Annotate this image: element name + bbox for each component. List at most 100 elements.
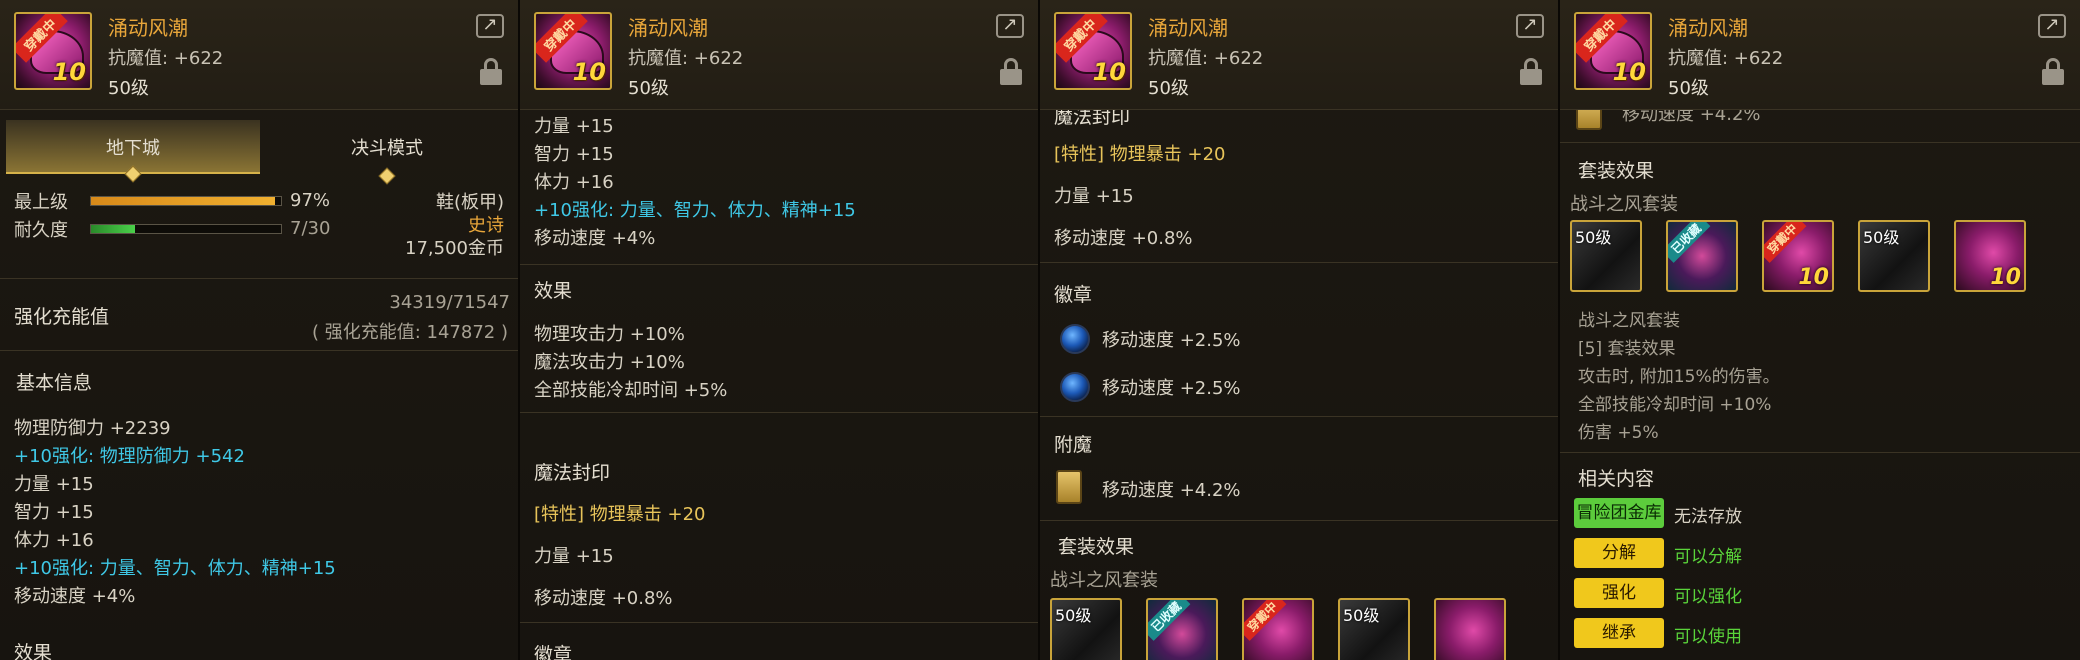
tab-duel-label: 决斗模式 bbox=[351, 138, 423, 159]
set-effect-title: 套装效果 bbox=[1578, 160, 1655, 182]
basic-info-title: 基本信息 bbox=[16, 372, 93, 394]
tooltip-body[interactable]: 魔法封印 [特性] 物理暴击 +20 力量 +15 移动速度 +0.8% 徽章 … bbox=[1040, 110, 1558, 660]
effect-line: 物理攻击力 +10% bbox=[534, 324, 685, 345]
slot-status-tag: 穿戴中 bbox=[1244, 600, 1287, 641]
set-item-slot[interactable]: 50级 bbox=[1338, 598, 1410, 660]
tab-diamond-icon bbox=[378, 167, 396, 185]
effect-title: 效果 bbox=[14, 642, 53, 660]
set-item-slot[interactable]: 50级 bbox=[1050, 598, 1122, 660]
durability-label: 耐久度 bbox=[14, 220, 68, 241]
item-level: 50级 bbox=[1668, 78, 1709, 99]
divider bbox=[1560, 452, 2080, 453]
share-icon[interactable]: ↗ bbox=[476, 14, 504, 38]
seal-trait: [特性] 物理暴击 +20 bbox=[534, 504, 706, 525]
set-effect-line: 战斗之风套装 bbox=[1578, 311, 1680, 331]
set-effect-line: [5] 套装效果 bbox=[1578, 339, 1676, 359]
enchant-card-icon bbox=[1056, 470, 1082, 504]
enhance-level: 10 bbox=[52, 58, 86, 86]
screen: 穿戴中 10 涌动风潮 抗魔值: +622 50级 ↗ 地下城 决斗模式 最上级 bbox=[0, 0, 2080, 660]
set-item-slot[interactable]: 已收藏 bbox=[1666, 220, 1738, 292]
item-name: 涌动风潮 bbox=[1668, 16, 1748, 40]
divider bbox=[0, 350, 518, 351]
set-item-slot[interactable]: 50级 bbox=[1858, 220, 1930, 292]
item-header: 穿戴中 10 涌动风潮 抗魔值: +622 50级 ↗ bbox=[0, 0, 518, 110]
tab-diamond-icon bbox=[124, 165, 142, 183]
effect-line: 魔法攻击力 +10% bbox=[534, 352, 685, 373]
seal-title: 魔法封印 bbox=[534, 462, 611, 484]
item-header: 穿戴中 10 涌动风潮 抗魔值: +622 50级 ↗ bbox=[1560, 0, 2080, 110]
item-level: 50级 bbox=[1148, 78, 1189, 99]
tab-duel[interactable]: 决斗模式 bbox=[260, 120, 514, 185]
lock-icon[interactable] bbox=[2042, 58, 2064, 86]
lock-icon[interactable] bbox=[480, 58, 502, 86]
divider bbox=[1040, 416, 1558, 417]
effect-line: 全部技能冷却时间 +5% bbox=[534, 380, 728, 401]
set-item-slot[interactable]: 已收藏 bbox=[1146, 598, 1218, 660]
emblem-stat: 移动速度 +2.5% bbox=[1102, 330, 1241, 351]
share-icon[interactable]: ↗ bbox=[996, 14, 1024, 38]
slot-enhance-level: 10 bbox=[1798, 265, 1829, 290]
enhance-level: 10 bbox=[572, 58, 606, 86]
mode-tabs: 地下城 决斗模式 bbox=[6, 120, 514, 185]
related-button[interactable]: 冒险团金库 bbox=[1574, 498, 1664, 528]
divider bbox=[1040, 262, 1558, 263]
slot-status-tag: 已收藏 bbox=[1148, 600, 1191, 641]
slot-level-label: 50级 bbox=[1575, 228, 1612, 247]
enchant-stat: 移动速度 +4.2% bbox=[1622, 110, 1761, 125]
enhance-level: 10 bbox=[1612, 58, 1646, 86]
tooltip-body[interactable]: 移动速度 +4.2% 套装效果 战斗之风套装 50级 已收藏 穿戴中 10 50级 10 … bbox=[1560, 110, 2080, 660]
set-item-slot[interactable]: 穿戴中 bbox=[1242, 598, 1314, 660]
seal-stat: 力量 +15 bbox=[534, 546, 614, 567]
slot-enhance-level: 10 bbox=[1990, 265, 2021, 290]
price: 17,500金币 bbox=[405, 238, 504, 259]
stat-line: 智力 +15 bbox=[14, 502, 94, 523]
stat-line: 智力 +15 bbox=[534, 144, 614, 165]
divider bbox=[520, 622, 1038, 623]
related-desc: 可以强化 bbox=[1674, 587, 1742, 607]
share-icon[interactable]: ↗ bbox=[2038, 14, 2066, 38]
related-desc: 可以使用 bbox=[1674, 627, 1742, 647]
share-icon[interactable]: ↗ bbox=[1516, 14, 1544, 38]
tooltip-body[interactable]: 力量 +15 智力 +15 体力 +16 +10强化: 力量、智力、体力、精神+15 移… bbox=[520, 110, 1038, 660]
durability-bar-fill bbox=[91, 225, 136, 233]
stat-line: 移动速度 +4% bbox=[14, 586, 136, 607]
enchant-card-icon bbox=[1576, 110, 1602, 130]
related-title: 相关内容 bbox=[1578, 468, 1655, 490]
stat-line: 力量 +15 bbox=[534, 116, 614, 137]
enchant-title: 附魔 bbox=[1054, 434, 1093, 456]
tooltip-panel-3: 穿戴中 10 涌动风潮 抗魔值: +622 50级 ↗ 魔法封印 [特性] 物理… bbox=[1040, 0, 1560, 660]
set-item-slot[interactable]: 穿戴中 10 bbox=[1762, 220, 1834, 292]
related-button[interactable]: 继承 bbox=[1574, 618, 1664, 648]
related-button[interactable]: 分解 bbox=[1574, 538, 1664, 568]
lock-icon[interactable] bbox=[1000, 58, 1022, 86]
seal-speed: 移动速度 +0.8% bbox=[1054, 228, 1193, 249]
item-level: 50级 bbox=[628, 78, 669, 99]
effect-title: 效果 bbox=[534, 280, 573, 302]
divider bbox=[520, 264, 1038, 265]
set-item-slot[interactable]: 10 bbox=[1954, 220, 2026, 292]
seal-speed: 移动速度 +0.8% bbox=[534, 588, 673, 609]
item-level: 50级 bbox=[108, 78, 149, 99]
divider bbox=[1040, 520, 1558, 521]
emblem-gem-icon bbox=[1060, 372, 1090, 402]
durability-bar bbox=[90, 224, 282, 234]
slot-status-tag: 已收藏 bbox=[1668, 222, 1711, 263]
item-stat: 抗魔值: +622 bbox=[108, 48, 224, 69]
set-item-slot[interactable]: 50级 bbox=[1570, 220, 1642, 292]
tab-dungeon[interactable]: 地下城 bbox=[6, 120, 260, 183]
durability-value: 7/30 bbox=[290, 218, 331, 239]
emblem-stat: 移动速度 +2.5% bbox=[1102, 378, 1241, 399]
tooltip-panel-4: 穿戴中 10 涌动风潮 抗魔值: +622 50级 ↗ 移动速度 +4.2% 套… bbox=[1560, 0, 2080, 660]
lock-icon[interactable] bbox=[1520, 58, 1542, 86]
item-header: 穿戴中 10 涌动风潮 抗魔值: +622 50级 ↗ bbox=[1040, 0, 1558, 110]
slot-level-label: 50级 bbox=[1055, 606, 1092, 625]
grade-label: 最上级 bbox=[14, 192, 68, 213]
charge-value: 34319/71547 bbox=[389, 292, 510, 313]
item-icon: 穿戴中 10 bbox=[14, 12, 92, 90]
set-name: 战斗之风套装 bbox=[1570, 194, 1678, 215]
tooltip-body[interactable]: 地下城 决斗模式 最上级 97% 耐久度 7/30 鞋(板甲) 史诗 17,50… bbox=[0, 110, 518, 660]
tooltip-panel-1: 穿戴中 10 涌动风潮 抗魔值: +622 50级 ↗ 地下城 决斗模式 最上级 bbox=[0, 0, 520, 660]
item-name: 涌动风潮 bbox=[1148, 16, 1228, 40]
set-item-slot[interactable] bbox=[1434, 598, 1506, 660]
related-button[interactable]: 强化 bbox=[1574, 578, 1664, 608]
